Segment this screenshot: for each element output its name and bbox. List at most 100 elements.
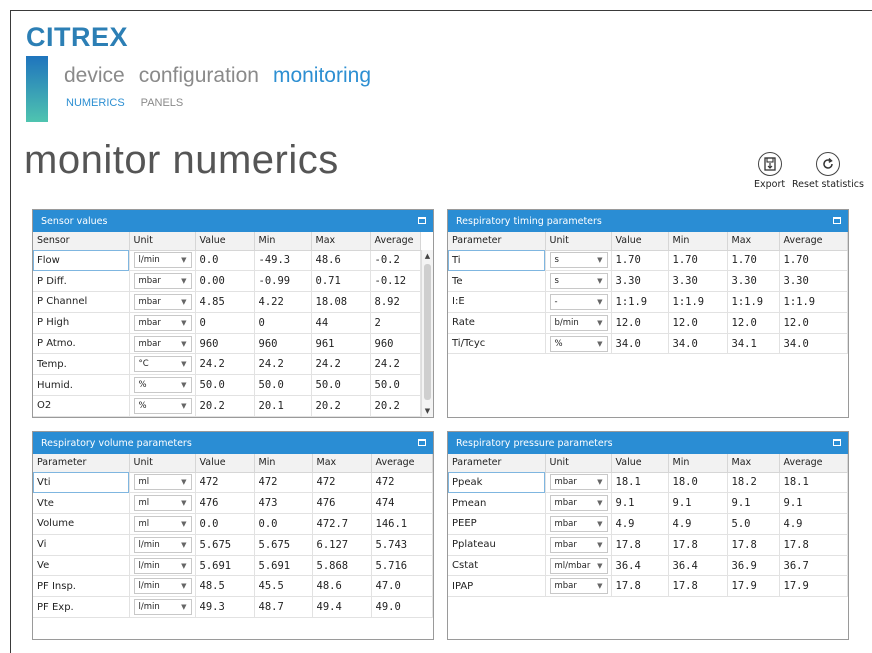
unit-select[interactable]: mbar ▼ xyxy=(133,335,192,352)
unit-select[interactable]: mbar ▼ xyxy=(133,314,192,331)
vertical-scrollbar[interactable]: ▲ ▼ xyxy=(421,250,433,417)
unit-select[interactable]: mbar ▼ xyxy=(133,273,192,290)
table-row[interactable]: Humid.% ▼ 50.0 50.0 50.0 50.0 xyxy=(33,374,421,397)
panel-title: Respiratory timing parameters xyxy=(456,215,602,227)
subnav-tab-numerics[interactable]: NUMERICS xyxy=(66,97,125,109)
table-row[interactable]: I:E - ▼ 1:1.9 1:1.9 1:1.9 1:1.9 xyxy=(448,291,848,313)
table-row[interactable]: Temp. °C ▼ 24.2 24.2 24.2 24.2 xyxy=(33,353,421,376)
reset-statistics-button[interactable]: Reset statistics xyxy=(792,152,864,190)
column-header[interactable]: Average xyxy=(779,232,848,251)
unit-value: mbar xyxy=(138,296,161,307)
window-icon[interactable] xyxy=(833,217,841,224)
table-row[interactable]: Ti s ▼ 1.70 1.70 1.70 1.70 xyxy=(448,250,848,272)
column-header[interactable]: Max xyxy=(727,454,780,473)
scroll-thumb[interactable] xyxy=(424,264,431,400)
table-row[interactable]: IPAP mbar ▼ 17.8 17.8 17.9 17.9 xyxy=(448,575,848,598)
table-row[interactable]: P Atmo. mbar ▼ 960 960 961 960 xyxy=(33,333,421,355)
column-header[interactable]: Max xyxy=(312,454,372,473)
window-icon[interactable] xyxy=(833,439,841,446)
unit-select[interactable]: - ▼ xyxy=(549,293,608,310)
min-cell: 18.0 xyxy=(668,472,728,494)
table-row[interactable]: Vi l/min ▼ 5.675 5.675 6.127 5.743 xyxy=(33,534,433,556)
unit-select[interactable]: s ▼ xyxy=(549,273,608,290)
column-header[interactable]: Max xyxy=(311,232,371,251)
window-icon[interactable] xyxy=(418,439,426,446)
column-header[interactable]: Value xyxy=(611,232,669,251)
export-button[interactable]: Export xyxy=(754,152,785,190)
min-cell: 1:1.9 xyxy=(668,291,728,313)
unit-select[interactable]: ml ▼ xyxy=(133,495,192,512)
column-header[interactable]: Max xyxy=(727,232,780,251)
table-row[interactable]: O2% ▼ 20.2 20.1 20.2 20.2 xyxy=(33,395,421,417)
column-header[interactable]: Value xyxy=(611,454,669,473)
nav-tab-configuration[interactable]: configuration xyxy=(139,64,259,88)
column-header[interactable]: Min xyxy=(254,454,313,473)
column-header[interactable]: Parameter xyxy=(448,232,546,251)
column-header[interactable]: Parameter xyxy=(33,454,130,473)
unit-select[interactable]: b/min ▼ xyxy=(549,314,608,331)
column-header[interactable]: Parameter xyxy=(448,454,546,473)
table-row[interactable]: Volume ml ▼ 0.0 0.0 472.7 146.1 xyxy=(33,513,433,535)
table-row[interactable]: Pplateau mbar ▼ 17.8 17.8 17.8 17.8 xyxy=(448,534,848,556)
unit-select[interactable]: mbar ▼ xyxy=(549,495,608,512)
column-header[interactable]: Value xyxy=(195,454,255,473)
table-row[interactable]: Ti/Tcyc% ▼ 34.0 34.0 34.1 34.0 xyxy=(448,333,848,355)
unit-select[interactable]: l/min ▼ xyxy=(133,252,192,269)
column-header[interactable]: Unit xyxy=(545,232,612,251)
table-row[interactable]: Flow l/min ▼ 0.0 -49.3 48.6 -0.2 xyxy=(33,250,421,272)
unit-select[interactable]: ml ▼ xyxy=(133,515,192,532)
table-row[interactable]: PF Exp. l/min ▼ 49.3 48.7 49.4 49.0 xyxy=(33,596,433,619)
scroll-up-icon[interactable]: ▲ xyxy=(422,250,433,262)
nav-tab-monitoring[interactable]: monitoring xyxy=(273,64,371,88)
table-row[interactable]: Vte ml ▼ 476 473 476 474 xyxy=(33,492,433,515)
table-row[interactable]: P Diff. mbar ▼ 0.00 -0.99 0.71 -0.12 xyxy=(33,270,421,293)
min-cell: 45.5 xyxy=(254,575,313,598)
column-header[interactable]: Unit xyxy=(545,454,612,473)
unit-select[interactable]: % ▼ xyxy=(133,397,192,414)
nav-tab-device[interactable]: device xyxy=(64,64,125,88)
unit-select[interactable]: l/min ▼ xyxy=(133,578,192,595)
unit-select[interactable]: % ▼ xyxy=(549,335,608,352)
min-cell: 20.1 xyxy=(254,395,312,417)
scroll-down-icon[interactable]: ▼ xyxy=(422,405,433,417)
unit-select[interactable]: l/min ▼ xyxy=(133,536,192,553)
table-row[interactable]: Te s ▼ 3.30 3.30 3.30 3.30 xyxy=(448,270,848,293)
unit-select[interactable]: ml ▼ xyxy=(133,474,192,491)
unit-select[interactable]: mbar ▼ xyxy=(549,578,608,595)
main-nav: device configuration monitoring xyxy=(64,64,371,88)
table-row[interactable]: PF Insp. l/min ▼ 48.5 45.5 48.6 47.0 xyxy=(33,575,433,598)
unit-select[interactable]: % ▼ xyxy=(133,377,192,394)
column-header[interactable]: Average xyxy=(370,232,421,251)
window-icon[interactable] xyxy=(418,217,426,224)
column-header[interactable]: Average xyxy=(371,454,433,473)
table-row[interactable]: Ppeak mbar ▼ 18.1 18.0 18.2 18.1 xyxy=(448,472,848,494)
unit-select[interactable]: mbar ▼ xyxy=(133,293,192,310)
column-header[interactable]: Unit xyxy=(129,454,196,473)
column-header[interactable]: Unit xyxy=(129,232,196,251)
subnav-tab-panels[interactable]: PANELS xyxy=(141,97,184,109)
column-header[interactable]: Min xyxy=(668,454,728,473)
column-header[interactable]: Min xyxy=(668,232,728,251)
column-header[interactable]: Value xyxy=(195,232,255,251)
column-header[interactable]: Sensor xyxy=(33,232,130,251)
unit-select[interactable]: °C ▼ xyxy=(133,356,192,373)
unit-select[interactable]: l/min ▼ xyxy=(133,557,192,574)
table-row[interactable]: P Channel mbar ▼ 4.85 4.22 18.08 8.92 xyxy=(33,291,421,313)
table-row[interactable]: P High mbar ▼ 0 0 44 2 xyxy=(33,312,421,334)
table-row[interactable]: Cstat ml/mbar ▼ 36.4 36.4 36.9 36.7 xyxy=(448,555,848,577)
table-row[interactable]: PEEP mbar ▼ 4.9 4.9 5.0 4.9 xyxy=(448,513,848,535)
unit-select[interactable]: l/min ▼ xyxy=(133,599,192,616)
min-cell: 473 xyxy=(254,492,313,515)
table-row[interactable]: Pmean mbar ▼ 9.1 9.1 9.1 9.1 xyxy=(448,492,848,515)
table-row[interactable]: Vti ml ▼ 472 472 472 472 xyxy=(33,472,433,494)
column-header[interactable]: Min xyxy=(254,232,312,251)
unit-select[interactable]: ml/mbar ▼ xyxy=(549,557,608,574)
unit-select[interactable]: mbar ▼ xyxy=(549,515,608,532)
unit-select[interactable]: s ▼ xyxy=(549,252,608,269)
table-row[interactable]: Rate b/min ▼ 12.0 12.0 12.0 12.0 xyxy=(448,312,848,334)
table-row[interactable]: Ve l/min ▼ 5.691 5.691 5.868 5.716 xyxy=(33,555,433,577)
unit-select[interactable]: mbar ▼ xyxy=(549,474,608,491)
unit-cell: % ▼ xyxy=(129,395,196,417)
column-header[interactable]: Average xyxy=(779,454,848,473)
unit-select[interactable]: mbar ▼ xyxy=(549,536,608,553)
